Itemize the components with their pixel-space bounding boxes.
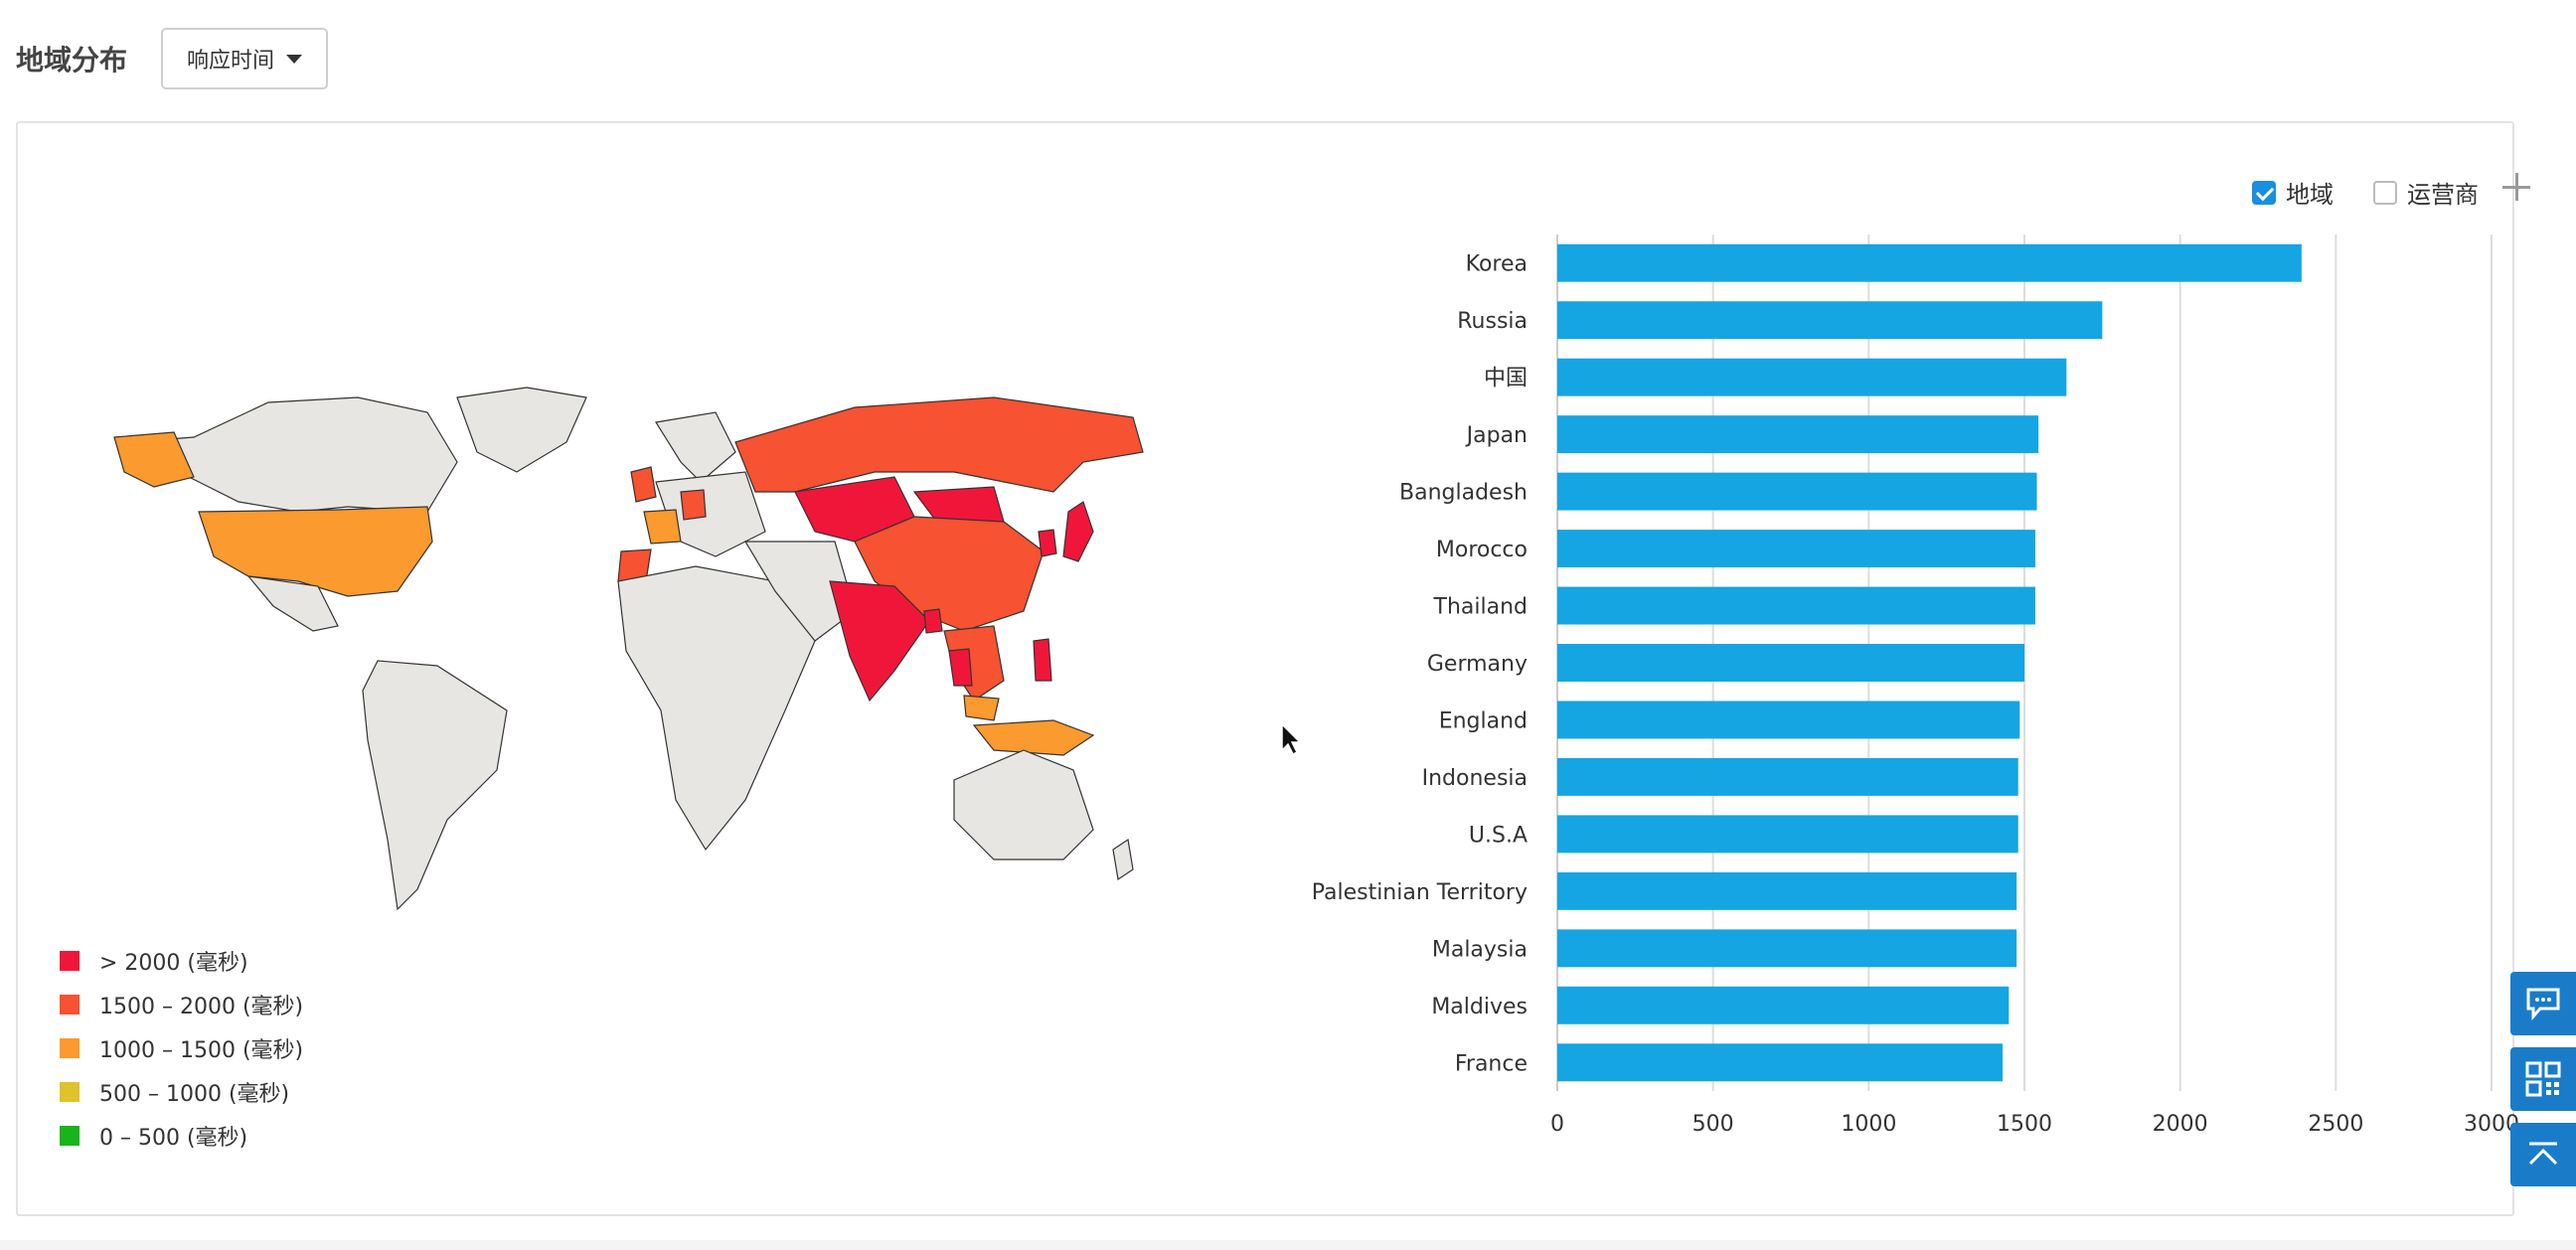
response-time-bar-chart: 0 500 1000 1500 2000 2500 3000KoreaRussia中国Jap… — [1312, 234, 2519, 1137]
category-label: Japan — [1465, 423, 1528, 448]
bar[interactable] — [1557, 871, 2017, 910]
x-tick-label: 1000 — [1841, 1112, 1896, 1137]
category-label: Indonesia — [1422, 766, 1528, 791]
bar[interactable] — [1557, 530, 2035, 568]
x-tick-label: 2500 — [2308, 1112, 2363, 1137]
footer-strip — [0, 1240, 2576, 1250]
qrcode-icon — [2525, 1061, 2561, 1097]
bar[interactable] — [1557, 243, 2302, 282]
category-label: Morocco — [1436, 538, 1528, 562]
category-label: France — [1455, 1051, 1528, 1076]
bar[interactable] — [1557, 701, 2020, 739]
category-label: Bangladesh — [1399, 481, 1528, 506]
category-label: 中国 — [1484, 367, 1528, 391]
category-label: Germany — [1427, 652, 1528, 677]
category-label: Palestinian Territory — [1312, 880, 1528, 905]
bar[interactable] — [1557, 358, 2067, 396]
bar[interactable] — [1557, 757, 2018, 796]
category-label: Maldives — [1431, 995, 1528, 1019]
x-tick-label: 2000 — [2153, 1112, 2208, 1137]
category-label: Korea — [1466, 252, 1528, 277]
x-tick-label: 500 — [1692, 1112, 1734, 1137]
bar[interactable] — [1557, 815, 2018, 854]
qrcode-button[interactable] — [2510, 1047, 2576, 1111]
chat-icon — [2526, 988, 2560, 1020]
mouse-cursor-icon — [1281, 722, 1302, 756]
category-label: England — [1439, 708, 1528, 733]
bar[interactable] — [1557, 1043, 2004, 1082]
x-tick-label: 0 — [1550, 1112, 1564, 1137]
category-label: U.S.A — [1469, 823, 1528, 848]
bar[interactable] — [1557, 986, 2010, 1024]
bar[interactable] — [1557, 644, 2024, 682]
chat-button[interactable] — [2510, 972, 2576, 1035]
bar[interactable] — [1557, 472, 2037, 511]
x-tick-label: 1500 — [1997, 1112, 2052, 1137]
bar[interactable] — [1557, 586, 2035, 625]
back-to-top-button[interactable] — [2510, 1123, 2576, 1186]
category-label: Malaysia — [1432, 937, 1528, 962]
arrow-up-icon — [2528, 1142, 2558, 1166]
category-label: Thailand — [1433, 595, 1528, 620]
bar[interactable] — [1557, 929, 2017, 968]
bar[interactable] — [1557, 415, 2039, 454]
category-label: Russia — [1457, 309, 1528, 334]
side-toolbar — [2510, 972, 2576, 1198]
bar[interactable] — [1557, 301, 2103, 340]
